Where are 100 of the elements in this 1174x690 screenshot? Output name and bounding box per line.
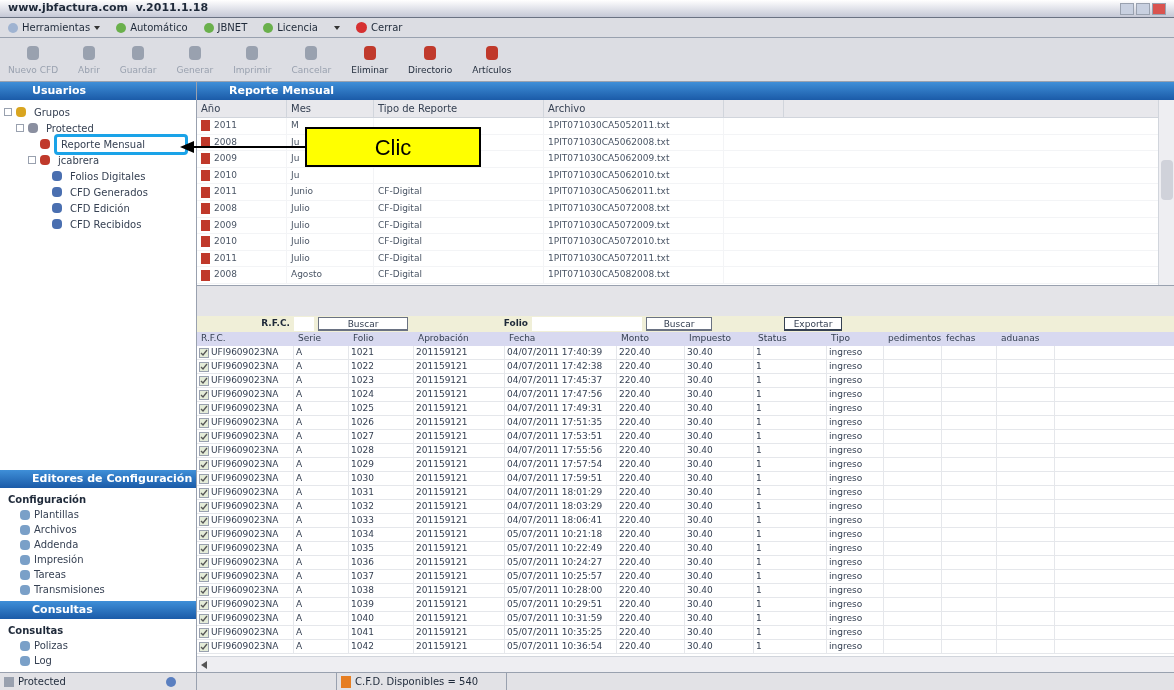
- menu-item[interactable]: Herramientas: [8, 20, 101, 35]
- column-header[interactable]: Mes: [287, 100, 374, 117]
- table-cell-text: CF-Digital: [378, 202, 422, 215]
- scroll-left-icon[interactable]: [201, 660, 207, 669]
- tree-item[interactable]: Grupos: [30, 104, 74, 120]
- tree-item[interactable]: Reporte Mensual: [54, 133, 189, 155]
- column-header[interactable]: Año: [197, 100, 287, 117]
- table-cell-text: 05/07/2011 10:25:57: [507, 569, 603, 583]
- tree-item[interactable]: Polizas: [34, 638, 68, 653]
- table-cell-text: 30.40: [687, 471, 713, 485]
- row-checkbox[interactable]: [199, 431, 209, 442]
- row-checkbox[interactable]: [199, 361, 209, 372]
- tree-item[interactable]: Tareas: [34, 567, 66, 582]
- row-checkbox[interactable]: [199, 557, 209, 568]
- row-checkbox[interactable]: [199, 347, 209, 358]
- folio-input[interactable]: [532, 317, 642, 331]
- column-header[interactable]: pedimentos: [884, 332, 942, 346]
- tree-item[interactable]: CFD Generados: [66, 184, 152, 200]
- row-checkbox[interactable]: [199, 417, 209, 428]
- row-checkbox[interactable]: [199, 445, 209, 456]
- table-cell-text: ingreso: [829, 513, 863, 527]
- table-cell-text: 1: [756, 639, 762, 653]
- column-header[interactable]: aduanas: [997, 332, 1055, 346]
- tree-root[interactable]: Configuración: [0, 488, 196, 507]
- column-header[interactable]: Aprobación: [414, 332, 505, 346]
- menu-item[interactable]: Licencia: [263, 20, 318, 35]
- column-header[interactable]: fechas: [942, 332, 997, 346]
- table-cell-text: ingreso: [829, 555, 863, 569]
- row-checkbox[interactable]: [199, 613, 209, 624]
- scrollbar[interactable]: [197, 656, 1174, 672]
- table-cell-text: 220.40: [619, 359, 651, 373]
- row-checkbox[interactable]: [199, 473, 209, 484]
- tree-item[interactable]: Archivos: [34, 522, 77, 537]
- tree-item[interactable]: Impresión: [34, 552, 84, 567]
- row-checkbox[interactable]: [199, 389, 209, 400]
- export-button[interactable]: Exportar: [784, 317, 842, 331]
- column-header[interactable]: Serie: [294, 332, 349, 346]
- column-header[interactable]: Impuesto: [685, 332, 754, 346]
- table-cell-text: 201159121: [416, 583, 468, 597]
- tree-item[interactable]: Folios Digitales: [66, 168, 150, 184]
- column-header[interactable]: Folio: [349, 332, 414, 346]
- table-cell-text: A: [296, 387, 303, 401]
- tree-item[interactable]: Addenda: [34, 537, 79, 552]
- row-checkbox[interactable]: [199, 571, 209, 582]
- table-cell-text: 04/07/2011 18:06:41: [507, 513, 603, 527]
- collapse-icon[interactable]: [28, 156, 36, 164]
- table-cell-text: 1031: [351, 485, 374, 499]
- search-button[interactable]: Buscar: [318, 317, 408, 331]
- row-checkbox[interactable]: [199, 627, 209, 638]
- row-checkbox[interactable]: [199, 585, 209, 596]
- row-checkbox[interactable]: [199, 501, 209, 512]
- row-checkbox[interactable]: [199, 599, 209, 610]
- row-checkbox[interactable]: [199, 375, 209, 386]
- row-checkbox[interactable]: [199, 543, 209, 554]
- column-header[interactable]: Fecha: [505, 332, 617, 346]
- toolbar-button[interactable]: Eliminar: [347, 45, 393, 77]
- close-icon[interactable]: [1152, 2, 1166, 15]
- row-checkbox[interactable]: [199, 529, 209, 540]
- table-cell-text: 30.40: [687, 373, 713, 387]
- row-checkbox[interactable]: [199, 641, 209, 652]
- tree-item[interactable]: Log: [34, 653, 52, 668]
- rfc-input[interactable]: [294, 317, 314, 331]
- tree-item[interactable]: jcabrera: [54, 152, 104, 168]
- tree-root[interactable]: Consultas: [0, 619, 196, 638]
- toolbar-button[interactable]: Artículos: [468, 45, 516, 77]
- row-checkbox[interactable]: [199, 515, 209, 526]
- panel-header: Reporte Mensual: [197, 82, 1174, 100]
- scrollbar[interactable]: [1158, 100, 1174, 285]
- table-cell-text: 201159121: [416, 415, 468, 429]
- row-checkbox[interactable]: [199, 459, 209, 470]
- table-cell-text: 1PIT071030CA5072008.txt: [548, 202, 670, 215]
- menu-item[interactable]: JBNET: [203, 20, 248, 35]
- tree-item[interactable]: CFD Edición: [66, 200, 134, 216]
- column-header[interactable]: R.F.C.: [197, 332, 294, 346]
- toolbar-button[interactable]: Directorio: [404, 45, 457, 77]
- table-cell-text: 1: [756, 387, 762, 401]
- row-checkbox[interactable]: [199, 487, 209, 498]
- tree-item[interactable]: Transmisiones: [34, 582, 105, 597]
- table-cell-text: UFI9609023NA: [211, 597, 279, 611]
- table-cell-text: 2011: [214, 251, 237, 265]
- tree-item[interactable]: CFD Recibidos: [66, 216, 146, 232]
- close-button[interactable]: Cerrar: [356, 20, 403, 35]
- table-cell-text: A: [296, 499, 303, 513]
- column-header[interactable]: Tipo de Reporte: [374, 100, 544, 117]
- column-header[interactable]: Status: [754, 332, 827, 346]
- tree-item[interactable]: Protected: [42, 120, 98, 136]
- table-cell-text: 1: [756, 513, 762, 527]
- row-checkbox[interactable]: [199, 403, 209, 414]
- column-header[interactable]: Monto: [617, 332, 685, 346]
- table-cell-text: 05/07/2011 10:22:49: [507, 541, 603, 555]
- tree-node-icon: [52, 219, 62, 229]
- table-cell-text: CF-Digital: [378, 218, 422, 232]
- column-header[interactable]: Archivo: [544, 100, 724, 117]
- table-cell-text: 30.40: [687, 429, 713, 443]
- search-button[interactable]: Buscar: [646, 317, 712, 331]
- column-header[interactable]: Tipo: [827, 332, 884, 346]
- tree-item[interactable]: Plantillas: [34, 507, 79, 522]
- menu-item[interactable]: Automático: [116, 20, 188, 35]
- table-cell-text: A: [296, 541, 303, 555]
- caret-icon[interactable]: [334, 25, 340, 30]
